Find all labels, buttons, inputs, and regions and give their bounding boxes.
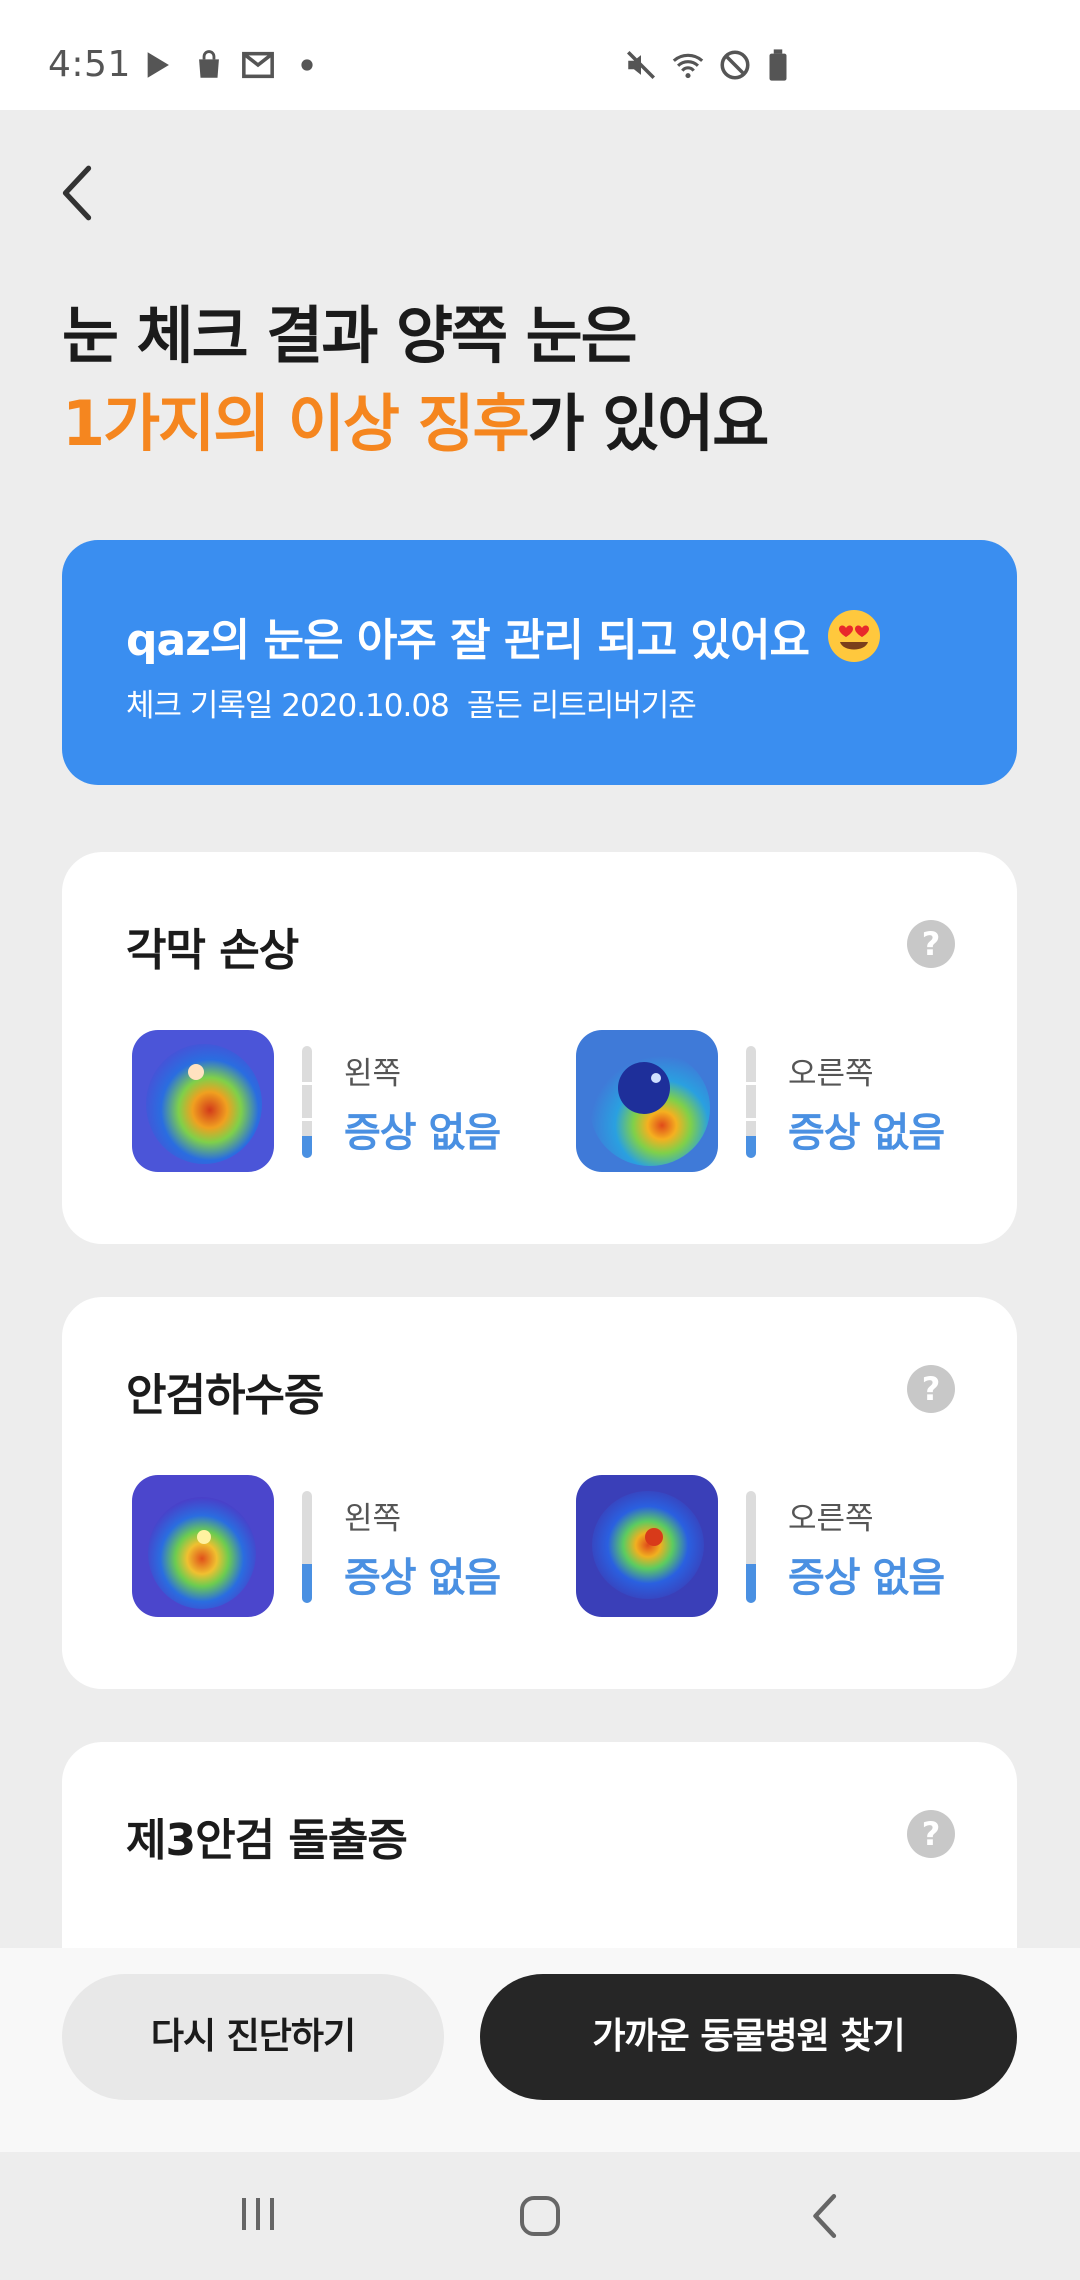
left-eye-result: 왼쪽 증상 없음 (132, 1030, 512, 1174)
gmail-icon (242, 51, 274, 79)
eye-side-label: 왼쪽 (344, 1501, 402, 1537)
recent-apps-icon[interactable] (236, 2192, 280, 2236)
bottom-action-bar: 다시 진단하기 가까운 동물병원 찾기 (0, 1948, 1080, 2152)
severity-meter (746, 1491, 756, 1603)
eye-status: 증상 없음 (788, 1555, 945, 1601)
eye-side-label: 오른쪽 (788, 1501, 874, 1537)
eye-side-label: 왼쪽 (344, 1056, 402, 1092)
left-eye-heatmap (132, 1030, 274, 1172)
left-eye-result: 왼쪽 증상 없음 (132, 1475, 512, 1619)
headline-line2: 1가지의 이상 징후가 있어요 (62, 380, 1022, 468)
summary-banner: qaz의 눈은 아주 잘 관리 되고 있어요 체크 기록일 2020.10.08… (62, 540, 1017, 785)
headline-accent: 1가지의 이상 징후 (62, 387, 530, 460)
severity-meter (746, 1046, 756, 1158)
help-icon[interactable]: ? (907, 920, 955, 968)
mute-icon (626, 50, 656, 80)
retry-diagnosis-button[interactable]: 다시 진단하기 (62, 1974, 444, 2100)
right-eye-result: 오른쪽 증상 없음 (576, 1475, 956, 1619)
help-icon[interactable]: ? (907, 1810, 955, 1858)
cornea-damage-card: 각막 손상 ? 왼쪽 증상 없음 오른쪽 증상 없음 (62, 852, 1017, 1244)
banner-message-text: qaz의 눈은 아주 잘 관리 되고 있어요 (126, 615, 810, 666)
card-title: 제3안검 돌출증 (126, 1815, 408, 1866)
chevron-left-icon (62, 165, 92, 221)
eye-status: 증상 없음 (344, 1110, 501, 1156)
wifi-icon (672, 53, 704, 79)
ptosis-card: 안검하수증 ? 왼쪽 증상 없음 오른쪽 증상 없음 (62, 1297, 1017, 1689)
card-title: 안검하수증 (126, 1370, 324, 1421)
result-headline: 눈 체크 결과 양쪽 눈은 1가지의 이상 징후가 있어요 (62, 292, 1022, 468)
severity-meter (302, 1046, 312, 1158)
system-nav-bar (0, 2152, 1080, 2280)
headline-rest: 가 있어요 (527, 387, 770, 460)
home-icon[interactable] (516, 2192, 564, 2240)
status-time: 4:51 (48, 44, 131, 85)
eye-side-label: 오른쪽 (788, 1056, 874, 1092)
status-bar: 4:51 (0, 0, 1080, 110)
eye-status: 증상 없음 (344, 1555, 501, 1601)
right-eye-heatmap (576, 1030, 718, 1172)
right-eye-heatmap (576, 1475, 718, 1617)
heart-eyes-emoji-icon (827, 610, 880, 662)
headline-line1: 눈 체크 결과 양쪽 눈은 (62, 299, 638, 372)
find-hospital-button[interactable]: 가까운 동물병원 찾기 (480, 1974, 1017, 2100)
shopping-bag-icon (199, 50, 219, 78)
left-eye-heatmap (132, 1475, 274, 1617)
do-not-disturb-icon (720, 50, 750, 80)
eye-status: 증상 없음 (788, 1110, 945, 1156)
play-store-icon (147, 52, 169, 78)
dot-icon (301, 59, 313, 71)
breed-basis: 골든 리트리버기준 (466, 688, 697, 724)
battery-icon (769, 49, 787, 81)
banner-subtext: 체크 기록일 2020.10.08 골든 리트리버기준 (126, 680, 697, 725)
severity-meter (302, 1491, 312, 1603)
right-eye-result: 오른쪽 증상 없음 (576, 1030, 956, 1174)
record-date: 체크 기록일 2020.10.08 (126, 688, 450, 724)
back-icon[interactable] (806, 2192, 842, 2240)
banner-message: qaz의 눈은 아주 잘 관리 되고 있어요 (126, 604, 881, 668)
back-button[interactable] (52, 158, 102, 228)
card-title: 각막 손상 (126, 925, 299, 976)
help-icon[interactable]: ? (907, 1365, 955, 1413)
